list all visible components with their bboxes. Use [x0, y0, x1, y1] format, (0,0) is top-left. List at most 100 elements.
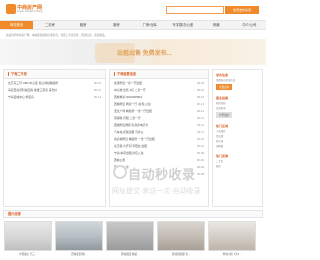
- listing-title[interactable]: 宁海县城中心 学区房: [8, 95, 34, 99]
- listing-title[interactable]: 汽车站 旺铺出租 可办公: [114, 130, 144, 134]
- guide-link[interactable]: 购房须知: [216, 101, 259, 105]
- area-link[interactable]: 桥头胡: [216, 139, 259, 143]
- list-item[interactable]: 北京东三环 CBD 中心区 核心地段精装修 08-15: [4, 79, 105, 86]
- listing-title[interactable]: 西城繁星13919909862: [114, 95, 142, 99]
- listing-title[interactable]: 宝龙广场 精装修 一室一厅出租: [114, 109, 152, 113]
- list-item[interactable]: 宁海县城中心 学区房 05-14: [4, 93, 105, 100]
- panel-title: 宁海二手房: [11, 72, 27, 76]
- listing-date: 05-08: [196, 164, 204, 169]
- listing-photo[interactable]: [106, 221, 154, 251]
- listing-date: 08-15: [196, 87, 204, 92]
- nav-item-second-hand[interactable]: 二手房: [33, 21, 66, 29]
- area-link[interactable]: 西店镇: [216, 134, 259, 138]
- listing-date: 05-10: [196, 143, 204, 148]
- hot-link[interactable]: 租房: [216, 164, 259, 168]
- listing-photo[interactable]: [208, 221, 256, 251]
- list-item[interactable]: 西城附近两居 家具家电齐全 05-11: [110, 121, 208, 128]
- list-item[interactable]: 宝龙广场 精装修 一室一厅出租 05-12: [110, 107, 208, 114]
- list-item[interactable]: 宁海 单间出租 拎包入住 05-09: [110, 149, 208, 156]
- listing-title[interactable]: 北京东三环 CBD 中心区 核心地段精装修: [8, 81, 58, 85]
- nav-item-factory[interactable]: 厂房/仓库: [133, 21, 166, 29]
- publish-listing-button[interactable]: 免费发布房源: [225, 6, 259, 14]
- listing-title[interactable]: 客商城附近 精装修 一室一厅出租: [114, 137, 155, 141]
- listing-title[interactable]: 宁海 单间出租 拎包入住: [114, 151, 144, 155]
- logo-icon[interactable]: [6, 4, 16, 14]
- area-link[interactable]: 深甽镇: [216, 144, 259, 148]
- list-item[interactable]: 南湖路 月租 二室一厅 05-12: [110, 114, 208, 121]
- panel-header: 宁海租售信息: [110, 70, 208, 79]
- listing-title[interactable]: 西城公寓: [114, 158, 125, 162]
- hot-link[interactable]: 二手房: [216, 159, 259, 163]
- banner-text: 出租出售 免费发布...: [117, 51, 172, 57]
- listing-date: 08-15: [196, 94, 204, 99]
- main-nav: 网站首页 二手房 租房 新房 厂房/仓库 写字楼/办公室 商铺 中介/公司: [0, 20, 266, 30]
- photo-caption[interactable]: 西城嘉园 精装...: [106, 252, 154, 256]
- header-marker-icon: [114, 72, 115, 77]
- nav-item-agency[interactable]: 中介/公司: [233, 21, 266, 29]
- listing-title[interactable]: 秦港附近一室一厅出租: [114, 81, 142, 85]
- listing-title[interactable]: 南湖路 月租 二室一厅: [114, 116, 141, 120]
- photo-caption[interactable]: 坦城小区 1室1...: [208, 252, 256, 256]
- listing-date: 05-08: [196, 171, 204, 176]
- nav-item-shops[interactable]: 商铺: [200, 21, 233, 29]
- list-item[interactable]: 海淀西北旺科技园旁 板楼三居室 采光好 09-21: [4, 86, 105, 93]
- listing-date: 05-11: [197, 122, 204, 127]
- listing-title[interactable]: 北京路 大开间 带阳台 出租: [114, 144, 147, 148]
- second-hand-panel: 宁海二手房 北京东三环 CBD 中心区 核心地段精装修 08-15 海淀西北旺科技…: [3, 69, 106, 207]
- sidebar-section-guide: 置业指南 购房须知 贷款指南 户型展示: [213, 93, 262, 121]
- list-item[interactable]: 西城公寓 05-09: [110, 156, 208, 163]
- area-link[interactable]: 宁海城区: [216, 129, 259, 133]
- nav-item-new-homes[interactable]: 新房: [100, 21, 133, 29]
- photo-caption[interactable]: 晋城新丽都 仓...: [157, 252, 205, 256]
- free-publish-button[interactable]: 免费发布: [216, 84, 233, 90]
- list-item[interactable]: 汽车站 旺铺出租 可办公 05-11: [110, 128, 208, 135]
- nav-item-rent[interactable]: 租房: [67, 21, 100, 29]
- listing-date: 05-12: [196, 115, 204, 120]
- nav-item-home[interactable]: 网站首页: [0, 21, 34, 29]
- listing-date: 05-11: [197, 129, 204, 134]
- list-item[interactable]: 西城附近 两室一厅 (拎包入住) 05-13: [110, 100, 208, 107]
- section-title: 热门区域: [216, 124, 229, 128]
- section-text: 免费发布房源信息: [216, 79, 236, 82]
- listing-title[interactable]: 西城附近两居 家具家电齐全: [114, 123, 148, 127]
- watermark-subtext: 网址提交·来访一次·自动收录: [112, 188, 201, 195]
- listing-title[interactable]: 中兴城 出售 3房 二室一厅: [114, 88, 146, 92]
- welcome-bar: 欢迎访问中商房产网，本站提供最新房源信息，包括二手房出售、租房信息、新房楼盘。: [6, 34, 108, 37]
- nav-item-office[interactable]: 写字楼/办公室: [166, 21, 199, 29]
- listing-date: 05-10: [196, 136, 204, 141]
- header-marker-icon: [8, 72, 9, 77]
- listing-title[interactable]: 海淀西北旺科技园旁 板楼三居室 采光好: [8, 88, 57, 92]
- listing-title[interactable]: 西城附近 两室一厅 (拎包入住): [114, 102, 151, 106]
- sidebar-section-publish: 发布信息 免费发布房源信息 免费发布: [213, 70, 262, 93]
- list-item[interactable]: 北京路 大开间 带阳台 出租 05-10: [110, 142, 208, 149]
- listing-date: 08-26: [196, 80, 204, 85]
- listing-date: 09-21: [93, 87, 101, 92]
- guide-link[interactable]: 贷款指南: [216, 106, 259, 110]
- photo-caption[interactable]: 西城嘉园 精...: [55, 252, 103, 256]
- sidebar-section-areas: 热门区域 宁海城区 西店镇 桥头胡 深甽镇: [213, 121, 262, 151]
- panel-header: 宁海二手房: [4, 70, 105, 79]
- listing-photo[interactable]: [55, 221, 103, 251]
- list-item[interactable]: 客商城附近 精装修 一室一厅出租 05-10: [110, 135, 208, 142]
- listing-date: 05-09: [196, 150, 204, 155]
- section-title: 热门房源: [216, 154, 229, 158]
- photo-caption[interactable]: 中西路五号三...: [4, 252, 52, 256]
- section-title: 图片房源: [8, 212, 21, 216]
- listing-photo[interactable]: [4, 221, 52, 251]
- sidebar-panel: 发布信息 免费发布房源信息 免费发布 置业指南 购房须知 贷款指南 户型展示 热…: [212, 69, 263, 207]
- photos-header: 图片房源: [3, 210, 263, 218]
- watermark-logo-icon: [113, 165, 127, 179]
- listing-date: 05-14: [93, 94, 101, 99]
- panel-title: 宁海租售信息: [117, 72, 137, 76]
- search-input[interactable]: [166, 6, 224, 14]
- listing-date: 05-13: [196, 101, 204, 106]
- listing-photo[interactable]: [157, 221, 205, 251]
- floorplan-button[interactable]: 户型展示: [216, 112, 233, 118]
- logo-subtitle: Anjuke Fangchan Wang: [17, 10, 43, 13]
- listing-date: 05-09: [196, 157, 204, 162]
- watermark-text: 自动秒收录: [128, 167, 196, 182]
- list-item[interactable]: 秦港附近一室一厅出租 08-26: [110, 79, 208, 86]
- section-title: 发布信息: [216, 73, 229, 77]
- list-item[interactable]: 西城繁星13919909862 08-15: [110, 93, 208, 100]
- list-item[interactable]: 中兴城 出售 3房 二室一厅 08-15: [110, 86, 208, 93]
